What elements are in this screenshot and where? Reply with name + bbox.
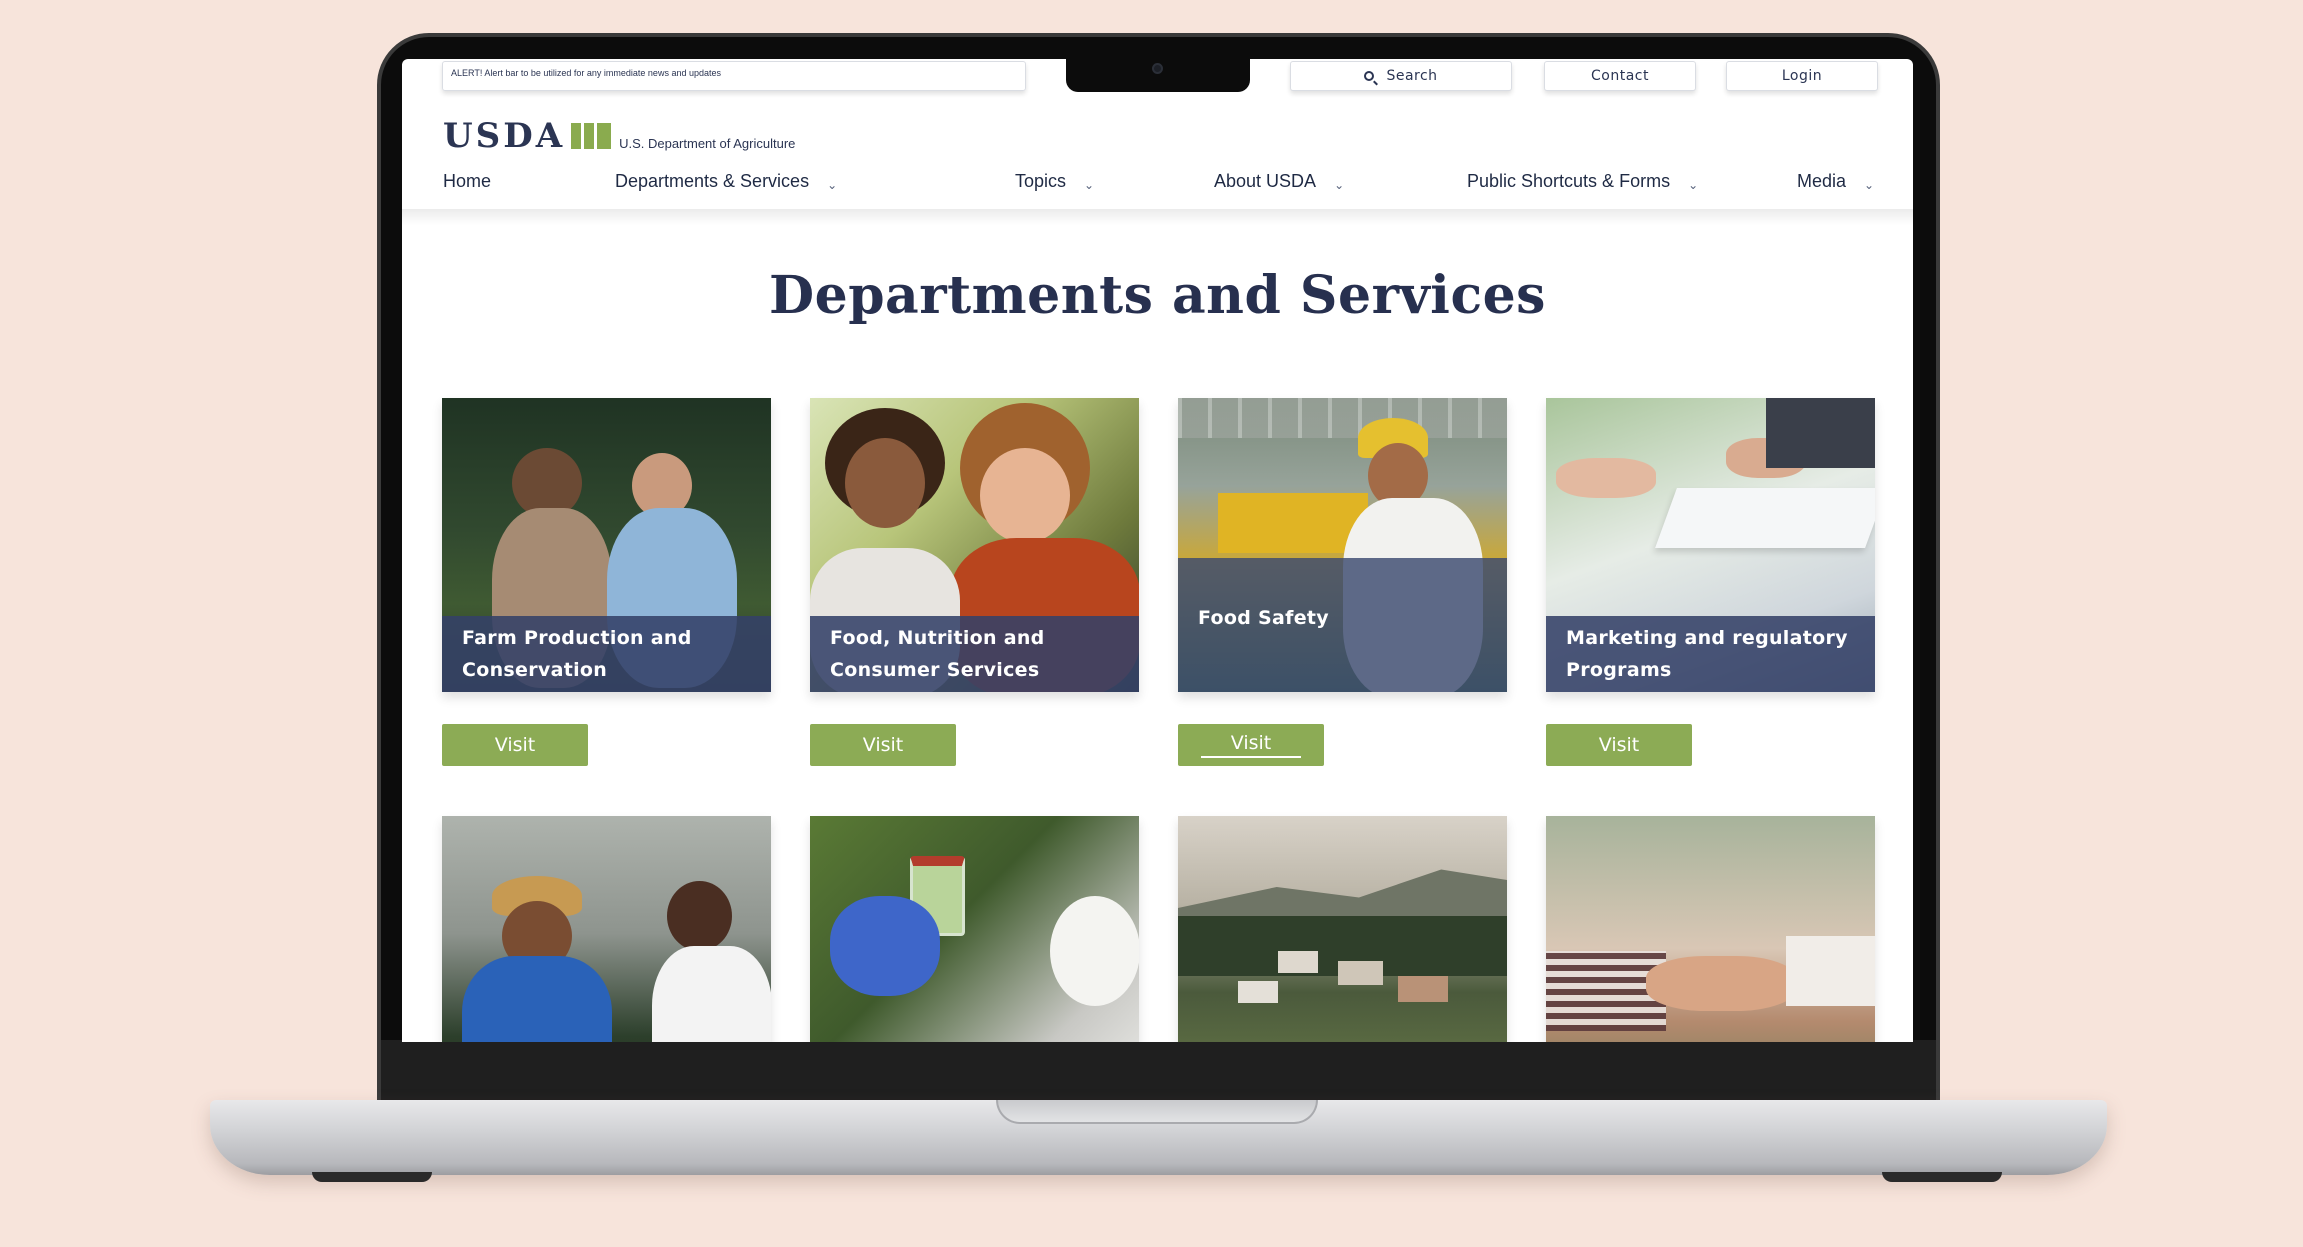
card-caption: Food, Nutrition and Consumer Services — [810, 616, 1139, 692]
card-caption: Food Safety — [1178, 558, 1507, 692]
card-photo — [442, 816, 771, 1042]
card-row2-1[interactable] — [442, 816, 771, 1042]
card-photo — [1178, 816, 1507, 1042]
visit-button[interactable]: Visit — [1546, 724, 1692, 766]
login-label: Login — [1781, 68, 1823, 84]
page-title: Departments and Services — [769, 265, 1546, 326]
nav-item-label: Departments & Services — [615, 171, 810, 191]
card-row2-4[interactable] — [1546, 816, 1875, 1042]
logo-mark-icon — [571, 123, 612, 149]
card-title-line2: Consumer Services — [830, 659, 1040, 681]
alert-text: ALERT! Alert bar to be utilized for any … — [451, 68, 721, 78]
nav-item-topics[interactable]: Topics ⌄ — [1015, 171, 1094, 192]
nav-item-label: Media — [1797, 171, 1847, 191]
visit-label: Visit — [862, 734, 904, 756]
card-photo — [810, 816, 1139, 1042]
visit-label: Visit — [494, 734, 536, 756]
chevron-down-icon: ⌄ — [827, 177, 838, 192]
nav-item-media[interactable]: Media ⌄ — [1797, 171, 1874, 192]
camera-notch — [1066, 59, 1250, 92]
contact-label: Contact — [1591, 68, 1649, 84]
laptop-foot-right — [1882, 1172, 2002, 1182]
usda-logo[interactable]: USDA U.S. Department of Agriculture — [443, 119, 795, 153]
card-title-line1: Marketing and regulatory — [1566, 627, 1848, 649]
login-button[interactable]: Login — [1726, 61, 1878, 91]
nav-divider — [402, 209, 1913, 225]
search-label: Search — [1386, 68, 1438, 84]
visit-button[interactable]: Visit — [810, 724, 956, 766]
visit-label: Visit — [1200, 732, 1302, 758]
card-title-line1: Farm Production and — [462, 627, 692, 649]
laptop-bezel-bottom — [381, 1040, 1936, 1104]
card-row2-2[interactable] — [810, 816, 1139, 1042]
chevron-down-icon: ⌄ — [1084, 177, 1095, 192]
card-photo — [1546, 816, 1875, 1042]
card-title-line2: Programs — [1566, 659, 1672, 681]
visit-button[interactable]: Visit — [1178, 724, 1324, 766]
search-icon — [1364, 71, 1375, 81]
nav-item-home[interactable]: Home — [443, 171, 491, 192]
nav-item-shortcuts[interactable]: Public Shortcuts & Forms ⌄ — [1467, 171, 1698, 192]
card-title-line2: Conservation — [462, 659, 608, 681]
nav-item-label: Home — [443, 171, 492, 191]
card-caption: Farm Production and Conservation — [442, 616, 771, 692]
card-title-line1: Food, Nutrition and — [830, 627, 1045, 649]
main-nav: Home Departments & Services ⌄ Topics ⌄ A… — [443, 171, 1883, 197]
card-title-line1: Food Safety — [1198, 607, 1329, 629]
chevron-down-icon: ⌄ — [1688, 177, 1699, 192]
visit-label: Visit — [1598, 734, 1640, 756]
nav-item-label: Public Shortcuts & Forms — [1467, 171, 1671, 191]
contact-button[interactable]: Contact — [1544, 61, 1696, 91]
logo-subtitle: U.S. Department of Agriculture — [619, 136, 796, 151]
card-food-safety[interactable]: Food Safety — [1178, 398, 1507, 692]
card-caption: Marketing and regulatory Programs — [1546, 616, 1875, 692]
card-row2-3[interactable] — [1178, 816, 1507, 1042]
nav-item-label: Topics — [1015, 171, 1067, 191]
chevron-down-icon: ⌄ — [1334, 177, 1345, 192]
nav-item-departments[interactable]: Departments & Services ⌄ — [615, 171, 837, 192]
camera-icon — [1152, 63, 1163, 74]
nav-item-label: About USDA — [1214, 171, 1317, 191]
laptop-opening-notch — [996, 1100, 1318, 1124]
logo-wordmark: USDA — [443, 116, 566, 156]
browser-screen: ALERT! Alert bar to be utilized for any … — [402, 59, 1913, 1042]
alert-bar[interactable]: ALERT! Alert bar to be utilized for any … — [442, 61, 1026, 91]
search-button[interactable]: Search — [1290, 61, 1512, 91]
nav-item-about[interactable]: About USDA ⌄ — [1214, 171, 1344, 192]
card-food-nutrition[interactable]: Food, Nutrition and Consumer Services — [810, 398, 1139, 692]
card-farm-production[interactable]: Farm Production and Conservation — [442, 398, 771, 692]
laptop-foot-left — [312, 1172, 432, 1182]
chevron-down-icon: ⌄ — [1864, 177, 1875, 192]
visit-button[interactable]: Visit — [442, 724, 588, 766]
card-marketing-regulatory[interactable]: Marketing and regulatory Programs — [1546, 398, 1875, 692]
